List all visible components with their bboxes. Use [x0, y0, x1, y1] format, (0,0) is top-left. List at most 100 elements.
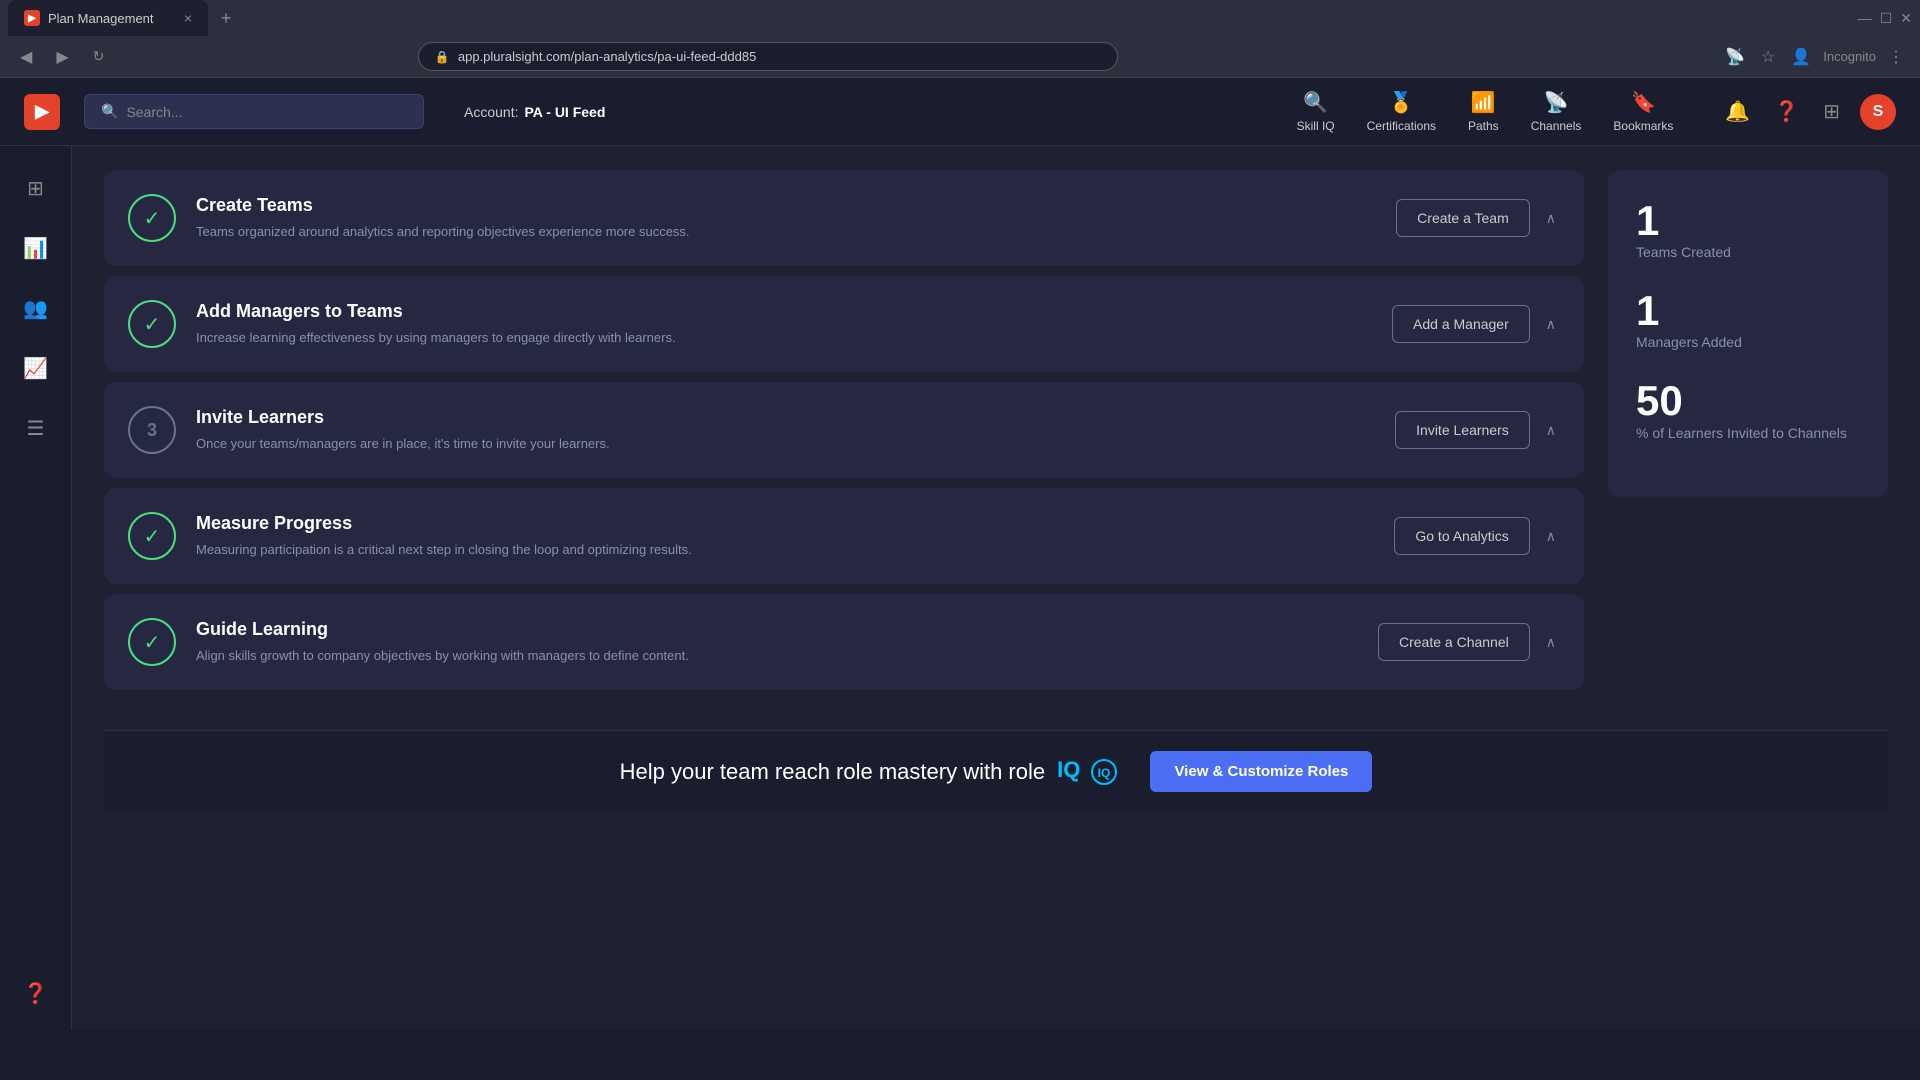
cast-button[interactable]: 📡: [1721, 43, 1749, 71]
tab-close-button[interactable]: ×: [184, 10, 192, 26]
paths-icon: 📶: [1471, 90, 1496, 115]
account-name: PA - UI Feed: [524, 104, 605, 120]
nav-item-paths[interactable]: 📶 Paths: [1468, 90, 1499, 133]
incognito-label: Incognito: [1823, 49, 1876, 64]
step-add-managers-title: Add Managers to Teams: [196, 301, 1372, 322]
nav-item-bookmarks[interactable]: 🔖 Bookmarks: [1613, 90, 1673, 133]
browser-nav-icons: 📡 ☆ 👤 Incognito ⋮: [1721, 43, 1908, 71]
step-invite-learners-title: Invite Learners: [196, 407, 1375, 428]
checkmark-icon-4: ✓: [144, 524, 161, 549]
step-create-teams-title: Create Teams: [196, 195, 1376, 216]
stat-managers-added: 1 Managers Added: [1636, 288, 1860, 350]
sidebar-item-teams[interactable]: 👥: [14, 286, 58, 330]
step-guide-learning-title: Guide Learning: [196, 619, 1358, 640]
step-create-teams-action: Create a Team ∧: [1396, 199, 1560, 237]
collapse-create-teams-button[interactable]: ∧: [1542, 206, 1560, 231]
step-guide-learning: ✓ Guide Learning Align skills growth to …: [104, 594, 1584, 690]
banner-text: Help your team reach role mastery with r…: [620, 759, 1046, 785]
pluralsight-logo: ▶: [24, 94, 60, 130]
bookmark-button[interactable]: ☆: [1757, 43, 1779, 71]
create-channel-button[interactable]: Create a Channel: [1378, 623, 1530, 661]
step-number-3: 3: [147, 420, 157, 441]
step-invite-learners-content: Invite Learners Once your teams/managers…: [196, 407, 1375, 454]
step-guide-learning-desc: Align skills growth to company objective…: [196, 646, 1358, 666]
add-manager-button[interactable]: Add a Manager: [1392, 305, 1530, 343]
collapse-invite-learners-button[interactable]: ∧: [1542, 418, 1560, 443]
step-add-managers-desc: Increase learning effectiveness by using…: [196, 328, 1372, 348]
step-invite-learners: 3 Invite Learners Once your teams/manage…: [104, 382, 1584, 478]
managers-added-value: 1: [1636, 288, 1860, 334]
sidebar-item-dashboard[interactable]: ⊞: [14, 166, 58, 210]
forward-button[interactable]: ▶: [48, 43, 76, 71]
minimize-button[interactable]: —: [1858, 10, 1872, 26]
step-guide-learning-icon: ✓: [128, 618, 176, 666]
close-window-button[interactable]: ✕: [1900, 10, 1912, 27]
notifications-button[interactable]: 🔔: [1721, 95, 1754, 128]
bookmarks-label: Bookmarks: [1613, 119, 1673, 133]
step-guide-learning-action: Create a Channel ∧: [1378, 623, 1560, 661]
help-sidebar-button[interactable]: ❓: [19, 977, 52, 1010]
profile-button[interactable]: 👤: [1787, 43, 1815, 71]
go-to-analytics-button[interactable]: Go to Analytics: [1394, 517, 1529, 555]
channels-label: Channels: [1531, 119, 1582, 133]
nav-item-certifications[interactable]: 🏅 Certifications: [1367, 90, 1436, 133]
header-actions: 🔔 ❓ ⊞ S: [1721, 94, 1896, 130]
invite-learners-button[interactable]: Invite Learners: [1395, 411, 1530, 449]
nav-item-channels[interactable]: 📡 Channels: [1531, 90, 1582, 133]
step-add-managers-icon: ✓: [128, 300, 176, 348]
stats-column: 1 Teams Created 1 Managers Added 50 % of…: [1608, 170, 1888, 497]
paths-label: Paths: [1468, 119, 1499, 133]
stat-teams-created: 1 Teams Created: [1636, 198, 1860, 260]
managers-added-label: Managers Added: [1636, 334, 1860, 350]
learners-invited-value: 50: [1636, 378, 1860, 424]
step-invite-learners-icon: 3: [128, 406, 176, 454]
tab-favicon: ▶: [24, 10, 40, 26]
back-button[interactable]: ◀: [12, 43, 40, 71]
iq-icon: IQ: [1090, 758, 1118, 786]
refresh-button[interactable]: ↻: [85, 44, 113, 69]
checkmark-icon: ✓: [144, 206, 161, 231]
step-measure-progress-desc: Measuring participation is a critical ne…: [196, 540, 1374, 560]
collapse-measure-progress-button[interactable]: ∧: [1542, 524, 1560, 549]
sidebar-item-reports[interactable]: 📈: [14, 346, 58, 390]
step-invite-learners-action: Invite Learners ∧: [1395, 411, 1560, 449]
learners-invited-label: % of Learners Invited to Channels: [1636, 425, 1860, 441]
lock-icon: 🔒: [435, 50, 450, 64]
bookmarks-icon: 🔖: [1631, 90, 1656, 115]
app-body: ⊞ 📊 👥 📈 ☰ ❓ ✓ Create Teams Teams organiz…: [0, 146, 1920, 1030]
apps-button[interactable]: ⊞: [1819, 95, 1844, 128]
svg-text:IQ: IQ: [1098, 766, 1111, 780]
account-badge: Account: PA - UI Feed: [464, 104, 605, 120]
url-text: app.pluralsight.com/plan-analytics/pa-ui…: [458, 49, 756, 64]
nav-bar: ◀ ▶ ↻ 🔒 app.pluralsight.com/plan-analyti…: [0, 36, 1920, 78]
step-guide-learning-content: Guide Learning Align skills growth to co…: [196, 619, 1358, 666]
skill-iq-label: Skill IQ: [1297, 119, 1335, 133]
help-button[interactable]: ❓: [1770, 95, 1803, 128]
maximize-button[interactable]: ☐: [1880, 10, 1893, 27]
teams-created-value: 1: [1636, 198, 1860, 244]
address-bar[interactable]: 🔒 app.pluralsight.com/plan-analytics/pa-…: [418, 42, 1118, 71]
step-create-teams-desc: Teams organized around analytics and rep…: [196, 222, 1376, 242]
tab-title: Plan Management: [48, 11, 176, 26]
step-invite-learners-desc: Once your teams/managers are in place, i…: [196, 434, 1375, 454]
certifications-icon: 🏅: [1389, 90, 1414, 115]
nav-item-skill-iq[interactable]: 🔍 Skill IQ: [1297, 90, 1335, 133]
app-header: ▶ 🔍 Search... Account: PA - UI Feed 🔍 Sk…: [0, 78, 1920, 146]
step-create-teams-content: Create Teams Teams organized around anal…: [196, 195, 1376, 242]
sidebar-item-content[interactable]: ☰: [14, 406, 58, 450]
bottom-banner: Help your team reach role mastery with r…: [104, 730, 1888, 812]
step-measure-progress-action: Go to Analytics ∧: [1394, 517, 1560, 555]
menu-button[interactable]: ⋮: [1884, 43, 1908, 71]
collapse-guide-learning-button[interactable]: ∧: [1542, 630, 1560, 655]
view-customize-roles-button[interactable]: View & Customize Roles: [1150, 751, 1372, 792]
create-team-button[interactable]: Create a Team: [1396, 199, 1530, 237]
collapse-add-managers-button[interactable]: ∧: [1542, 312, 1560, 337]
steps-column: ✓ Create Teams Teams organized around an…: [104, 170, 1584, 698]
step-measure-progress-icon: ✓: [128, 512, 176, 560]
channels-icon: 📡: [1544, 90, 1569, 115]
user-avatar[interactable]: S: [1860, 94, 1896, 130]
search-input[interactable]: 🔍 Search...: [84, 94, 424, 129]
sidebar-item-analytics[interactable]: 📊: [14, 226, 58, 270]
browser-tab[interactable]: ▶ Plan Management ×: [8, 0, 208, 36]
new-tab-button[interactable]: +: [212, 4, 240, 32]
